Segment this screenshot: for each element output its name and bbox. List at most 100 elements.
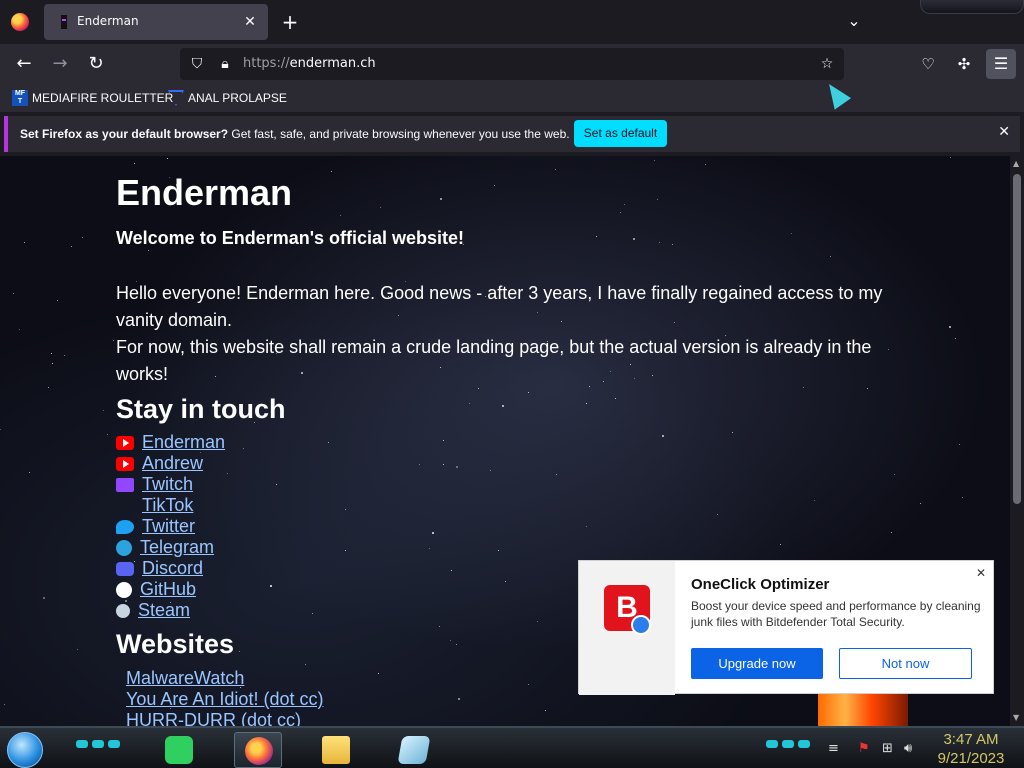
link-discord[interactable]: Discord: [142, 558, 203, 579]
default-browser-notification: Set Firefox as your default browser? Get…: [4, 116, 1020, 152]
link-github[interactable]: GitHub: [140, 579, 196, 600]
star: [556, 473, 558, 475]
star: [658, 242, 660, 244]
upgrade-now-button[interactable]: Upgrade now: [691, 648, 823, 679]
back-button[interactable]: ←: [12, 52, 36, 76]
star: [428, 548, 430, 550]
star: [133, 163, 135, 165]
star: [64, 355, 66, 357]
star: [615, 397, 617, 399]
star: [890, 532, 892, 534]
tab-enderman[interactable]: Enderman ✕: [44, 4, 268, 40]
taskbar-notepad[interactable]: [155, 732, 203, 768]
star: [242, 448, 244, 450]
link-hurr-durr[interactable]: HURR-DURR (dot cc): [126, 710, 323, 726]
link-telegram[interactable]: Telegram: [140, 537, 214, 558]
star: [716, 513, 718, 515]
star: [595, 236, 597, 238]
star: [478, 388, 480, 390]
tab-close-icon[interactable]: ✕: [240, 12, 260, 32]
star: [43, 596, 46, 599]
network-icon[interactable]: ⊞: [882, 740, 893, 758]
taskbar-bitdefender[interactable]: [390, 732, 438, 768]
system-clock[interactable]: 3:47 AM 9/21/2023: [926, 730, 1016, 768]
forward-button[interactable]: →: [48, 52, 72, 76]
pocket-icon[interactable]: ♡: [916, 52, 940, 76]
star: [103, 409, 105, 411]
star: [29, 471, 31, 473]
star: [959, 444, 961, 446]
star: [276, 483, 278, 485]
youtube-icon: [116, 435, 134, 450]
not-now-button[interactable]: Not now: [839, 648, 972, 679]
star: [657, 198, 659, 200]
mediafire-icon: MF T: [12, 90, 28, 106]
star: [949, 326, 952, 328]
link-twitter[interactable]: Twitter: [142, 516, 195, 537]
show-hidden-icons-icon[interactable]: ≡: [828, 740, 839, 758]
tiktok-icon: [116, 499, 134, 513]
bookmark-mediafire-rouletter[interactable]: MF T MEDIAFIRE ROULETTER: [12, 89, 173, 107]
intro-text: Hello everyone! Enderman here. Good news…: [116, 280, 896, 388]
extensions-icon[interactable]: ✣: [952, 52, 976, 76]
new-tab-button[interactable]: +: [280, 10, 300, 34]
star: [732, 431, 734, 433]
action-center-flag-icon[interactable]: ⚑: [858, 740, 870, 758]
star: [226, 472, 228, 474]
link-steam[interactable]: Steam: [138, 600, 190, 621]
page-scrollbar[interactable]: ▲ ▼: [1010, 156, 1024, 726]
star: [19, 329, 21, 331]
discord-icon: [116, 561, 134, 576]
scroll-down-arrow-icon[interactable]: ▼: [1013, 714, 1021, 722]
list-item: Discord: [116, 558, 225, 579]
lock-icon[interactable]: 🔒︎: [216, 55, 234, 73]
link-tiktok[interactable]: TikTok: [142, 495, 193, 516]
star: [305, 664, 307, 666]
scroll-up-arrow-icon[interactable]: ▲: [1013, 160, 1021, 168]
scrollbar-thumb[interactable]: [1013, 174, 1021, 504]
star: [456, 644, 458, 646]
link-twitch[interactable]: Twitch: [142, 474, 193, 495]
link-malwarewatch[interactable]: MalwareWatch: [126, 668, 323, 689]
reload-button[interactable]: ↻: [84, 52, 108, 76]
star: [780, 544, 782, 546]
bookmark-anal-prolapse[interactable]: ANAL PROLAPSE: [168, 89, 287, 107]
star: [345, 550, 347, 552]
star: [51, 362, 53, 364]
bookmark-star-icon[interactable]: ☆: [818, 55, 836, 73]
taskbar-file-explorer[interactable]: [312, 732, 360, 768]
star: [867, 387, 869, 389]
start-button[interactable]: [7, 732, 43, 768]
list-all-tabs-button[interactable]: ⌄: [844, 11, 864, 31]
star: [662, 435, 664, 438]
star: [312, 613, 314, 615]
link-you-are-an-idiot[interactable]: You Are An Idiot! (dot cc): [126, 689, 323, 710]
popup-description: Boost your device speed and performance …: [691, 599, 981, 629]
link-enderman[interactable]: Enderman: [142, 432, 225, 453]
url-bar[interactable]: ⛉ 🔒︎ https://enderman.ch ☆: [180, 48, 844, 80]
volume-icon[interactable]: 🔊︎: [904, 740, 912, 758]
url-text[interactable]: https://enderman.ch: [243, 56, 376, 71]
star: [545, 710, 547, 712]
shield-icon[interactable]: ⛉: [188, 55, 206, 73]
star: [497, 549, 499, 551]
youtube-icon: [116, 456, 134, 471]
app-menu-icon[interactable]: ☰: [986, 49, 1016, 79]
taskbar-firefox[interactable]: [234, 732, 282, 768]
star: [955, 337, 957, 339]
bitdefender-icon: [397, 736, 431, 764]
star: [449, 639, 451, 641]
star: [456, 465, 459, 468]
popup-close-icon[interactable]: ✕: [976, 566, 986, 580]
star: [327, 441, 329, 443]
star: [107, 433, 109, 435]
notification-close-icon[interactable]: ✕: [998, 124, 1010, 140]
set-as-default-button[interactable]: Set as default: [574, 120, 667, 147]
star: [440, 198, 443, 201]
link-andrew[interactable]: Andrew: [142, 453, 203, 474]
star: [81, 236, 83, 238]
star: [148, 249, 150, 251]
firefox-icon[interactable]: [11, 13, 29, 31]
star: [632, 237, 635, 240]
notification-message: Set Firefox as your default browser? Get…: [20, 127, 570, 141]
